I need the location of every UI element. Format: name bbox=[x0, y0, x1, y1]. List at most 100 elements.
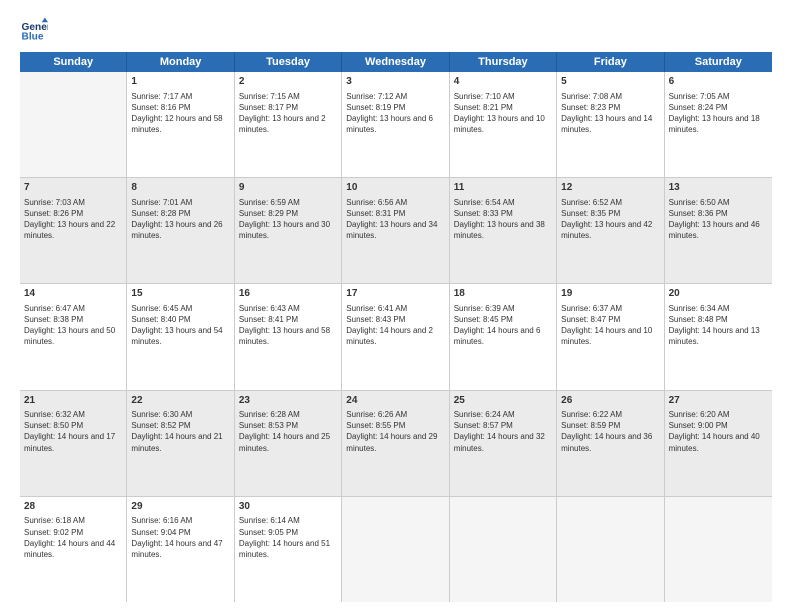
day-number: 13 bbox=[669, 181, 768, 195]
calendar-day-3: 3Sunrise: 7:12 AM Sunset: 8:19 PM Daylig… bbox=[342, 72, 449, 177]
day-info: Sunrise: 7:10 AM Sunset: 8:21 PM Dayligh… bbox=[454, 91, 552, 136]
day-info: Sunrise: 7:17 AM Sunset: 8:16 PM Dayligh… bbox=[131, 91, 229, 136]
calendar-day-22: 22Sunrise: 6:30 AM Sunset: 8:52 PM Dayli… bbox=[127, 391, 234, 496]
calendar-day-26: 26Sunrise: 6:22 AM Sunset: 8:59 PM Dayli… bbox=[557, 391, 664, 496]
day-info: Sunrise: 6:26 AM Sunset: 8:55 PM Dayligh… bbox=[346, 409, 444, 454]
col-header-saturday: Saturday bbox=[665, 52, 772, 72]
logo-icon: General Blue bbox=[20, 16, 48, 44]
day-number: 8 bbox=[131, 181, 229, 195]
day-number: 5 bbox=[561, 75, 659, 89]
day-number: 18 bbox=[454, 287, 552, 301]
day-number: 28 bbox=[24, 500, 122, 514]
day-number: 26 bbox=[561, 394, 659, 408]
calendar-day-7: 7 Sunrise: 7:03 AM Sunset: 8:26 PM Daylig… bbox=[20, 178, 127, 283]
calendar-day-30: 30Sunrise: 6:14 AM Sunset: 9:05 PM Dayli… bbox=[235, 497, 342, 602]
calendar-empty bbox=[665, 497, 772, 602]
day-info: Sunrise: 6:39 AM Sunset: 8:45 PM Dayligh… bbox=[454, 303, 552, 348]
calendar-empty bbox=[20, 72, 127, 177]
svg-text:Blue: Blue bbox=[22, 31, 44, 42]
day-info: Sunrise: 6:52 AM Sunset: 8:35 PM Dayligh… bbox=[561, 197, 659, 242]
day-number: 1 bbox=[131, 75, 229, 89]
day-info: Sunrise: 6:59 AM Sunset: 8:29 PM Dayligh… bbox=[239, 197, 337, 242]
calendar-week-4: 21Sunrise: 6:32 AM Sunset: 8:50 PM Dayli… bbox=[20, 391, 772, 497]
calendar-day-23: 23Sunrise: 6:28 AM Sunset: 8:53 PM Dayli… bbox=[235, 391, 342, 496]
col-header-sunday: Sunday bbox=[20, 52, 127, 72]
day-number: 22 bbox=[131, 394, 229, 408]
day-number: 21 bbox=[24, 394, 122, 408]
col-header-wednesday: Wednesday bbox=[342, 52, 449, 72]
calendar-day-12: 12 Sunrise: 6:52 AM Sunset: 8:35 PM Dayli… bbox=[557, 178, 664, 283]
calendar-day-25: 25Sunrise: 6:24 AM Sunset: 8:57 PM Dayli… bbox=[450, 391, 557, 496]
calendar-day-27: 27Sunrise: 6:20 AM Sunset: 9:00 PM Dayli… bbox=[665, 391, 772, 496]
day-info: Sunrise: 7:15 AM Sunset: 8:17 PM Dayligh… bbox=[239, 91, 337, 136]
day-number: 7 bbox=[24, 181, 122, 195]
calendar-day-29: 29Sunrise: 6:16 AM Sunset: 9:04 PM Dayli… bbox=[127, 497, 234, 602]
calendar-day-9: 9Sunrise: 6:59 AM Sunset: 8:29 PM Daylig… bbox=[235, 178, 342, 283]
day-info: Sunrise: 6:56 AM Sunset: 8:31 PM Dayligh… bbox=[346, 197, 444, 242]
day-number: 15 bbox=[131, 287, 229, 301]
day-info: Sunrise: 6:41 AM Sunset: 8:43 PM Dayligh… bbox=[346, 303, 444, 348]
day-info: Sunrise: 6:20 AM Sunset: 9:00 PM Dayligh… bbox=[669, 409, 768, 454]
day-number: 4 bbox=[454, 75, 552, 89]
calendar-empty bbox=[557, 497, 664, 602]
day-number: 19 bbox=[561, 287, 659, 301]
calendar-empty bbox=[342, 497, 449, 602]
day-number: 11 bbox=[454, 181, 552, 195]
col-header-monday: Monday bbox=[127, 52, 234, 72]
day-info: Sunrise: 7:03 AM Sunset: 8:26 PM Dayligh… bbox=[24, 197, 122, 242]
day-number: 29 bbox=[131, 500, 229, 514]
calendar-day-8: 8 Sunrise: 7:01 AM Sunset: 8:28 PM Daylig… bbox=[127, 178, 234, 283]
day-number: 27 bbox=[669, 394, 768, 408]
col-header-tuesday: Tuesday bbox=[235, 52, 342, 72]
day-info: Sunrise: 6:43 AM Sunset: 8:41 PM Dayligh… bbox=[239, 303, 337, 348]
day-info: Sunrise: 6:14 AM Sunset: 9:05 PM Dayligh… bbox=[239, 515, 337, 560]
day-info: Sunrise: 6:54 AM Sunset: 8:33 PM Dayligh… bbox=[454, 197, 552, 242]
day-info: Sunrise: 6:45 AM Sunset: 8:40 PM Dayligh… bbox=[131, 303, 229, 348]
calendar-day-28: 28Sunrise: 6:18 AM Sunset: 9:02 PM Dayli… bbox=[20, 497, 127, 602]
calendar-day-24: 24Sunrise: 6:26 AM Sunset: 8:55 PM Dayli… bbox=[342, 391, 449, 496]
calendar-day-20: 20 Sunrise: 6:34 AM Sunset: 8:48 PM Dayli… bbox=[665, 284, 772, 389]
day-info: Sunrise: 6:28 AM Sunset: 8:53 PM Dayligh… bbox=[239, 409, 337, 454]
day-info: Sunrise: 7:01 AM Sunset: 8:28 PM Dayligh… bbox=[131, 197, 229, 242]
calendar-day-5: 5 Sunrise: 7:08 AM Sunset: 8:23 PM Daylig… bbox=[557, 72, 664, 177]
day-info: Sunrise: 6:47 AM Sunset: 8:38 PM Dayligh… bbox=[24, 303, 122, 348]
day-info: Sunrise: 6:37 AM Sunset: 8:47 PM Dayligh… bbox=[561, 303, 659, 348]
calendar-day-16: 16Sunrise: 6:43 AM Sunset: 8:41 PM Dayli… bbox=[235, 284, 342, 389]
day-number: 12 bbox=[561, 181, 659, 195]
day-info: Sunrise: 6:22 AM Sunset: 8:59 PM Dayligh… bbox=[561, 409, 659, 454]
day-number: 6 bbox=[669, 75, 768, 89]
calendar-day-14: 14Sunrise: 6:47 AM Sunset: 8:38 PM Dayli… bbox=[20, 284, 127, 389]
day-info: Sunrise: 6:34 AM Sunset: 8:48 PM Dayligh… bbox=[669, 303, 768, 348]
col-header-thursday: Thursday bbox=[450, 52, 557, 72]
day-number: 17 bbox=[346, 287, 444, 301]
day-info: Sunrise: 6:18 AM Sunset: 9:02 PM Dayligh… bbox=[24, 515, 122, 560]
header: General Blue bbox=[20, 16, 772, 44]
day-number: 23 bbox=[239, 394, 337, 408]
day-number: 20 bbox=[669, 287, 768, 301]
day-info: Sunrise: 7:08 AM Sunset: 8:23 PM Dayligh… bbox=[561, 91, 659, 136]
day-info: Sunrise: 6:16 AM Sunset: 9:04 PM Dayligh… bbox=[131, 515, 229, 560]
page: General Blue SundayMondayTuesdayWednesda… bbox=[0, 0, 792, 612]
day-info: Sunrise: 7:05 AM Sunset: 8:24 PM Dayligh… bbox=[669, 91, 768, 136]
col-header-friday: Friday bbox=[557, 52, 664, 72]
calendar-day-15: 15 Sunrise: 6:45 AM Sunset: 8:40 PM Dayli… bbox=[127, 284, 234, 389]
calendar-week-5: 28Sunrise: 6:18 AM Sunset: 9:02 PM Dayli… bbox=[20, 497, 772, 602]
calendar-day-18: 18 Sunrise: 6:39 AM Sunset: 8:45 PM Dayli… bbox=[450, 284, 557, 389]
calendar-day-21: 21Sunrise: 6:32 AM Sunset: 8:50 PM Dayli… bbox=[20, 391, 127, 496]
calendar-body: 1 Sunrise: 7:17 AM Sunset: 8:16 PM Daylig… bbox=[20, 72, 772, 602]
calendar-day-17: 17 Sunrise: 6:41 AM Sunset: 8:43 PM Dayli… bbox=[342, 284, 449, 389]
day-info: Sunrise: 7:12 AM Sunset: 8:19 PM Dayligh… bbox=[346, 91, 444, 136]
day-info: Sunrise: 6:50 AM Sunset: 8:36 PM Dayligh… bbox=[669, 197, 768, 242]
calendar-day-6: 6 Sunrise: 7:05 AM Sunset: 8:24 PM Daylig… bbox=[665, 72, 772, 177]
calendar-empty bbox=[450, 497, 557, 602]
day-number: 24 bbox=[346, 394, 444, 408]
calendar-week-2: 7 Sunrise: 7:03 AM Sunset: 8:26 PM Daylig… bbox=[20, 178, 772, 284]
calendar-header: SundayMondayTuesdayWednesdayThursdayFrid… bbox=[20, 52, 772, 72]
calendar-day-13: 13 Sunrise: 6:50 AM Sunset: 8:36 PM Dayli… bbox=[665, 178, 772, 283]
calendar-day-4: 4 Sunrise: 7:10 AM Sunset: 8:21 PM Daylig… bbox=[450, 72, 557, 177]
calendar-day-19: 19 Sunrise: 6:37 AM Sunset: 8:47 PM Dayli… bbox=[557, 284, 664, 389]
calendar-day-10: 10Sunrise: 6:56 AM Sunset: 8:31 PM Dayli… bbox=[342, 178, 449, 283]
calendar-week-3: 14Sunrise: 6:47 AM Sunset: 8:38 PM Dayli… bbox=[20, 284, 772, 390]
calendar-day-2: 2Sunrise: 7:15 AM Sunset: 8:17 PM Daylig… bbox=[235, 72, 342, 177]
calendar-week-1: 1 Sunrise: 7:17 AM Sunset: 8:16 PM Daylig… bbox=[20, 72, 772, 178]
